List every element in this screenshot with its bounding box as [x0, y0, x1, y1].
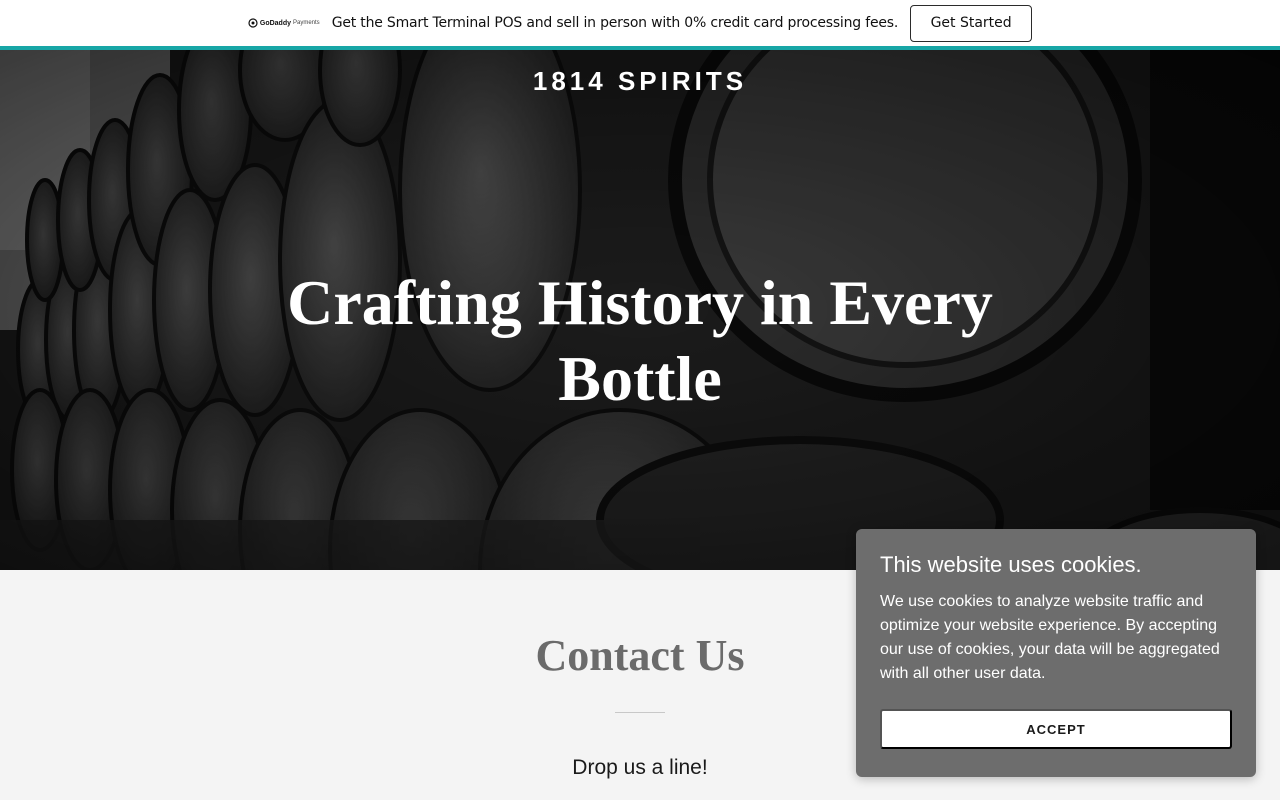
- hero-headline: Crafting History in Every Bottle: [287, 267, 993, 414]
- cookie-title: This website uses cookies.: [880, 552, 1142, 577]
- promo-bar: GoDaddy Payments Get the Smart Terminal …: [0, 0, 1280, 46]
- godaddy-icon: [248, 18, 258, 28]
- promo-message: Get the Smart Terminal POS and sell in p…: [331, 15, 899, 31]
- logo-text: GoDaddy: [259, 19, 291, 27]
- cookie-body: We use cookies to analyze website traffi…: [880, 593, 1220, 682]
- section-divider: [615, 712, 665, 713]
- site-brand[interactable]: 1814 SPIRITS: [0, 66, 1280, 97]
- logo-sub: Payments: [293, 20, 320, 26]
- accept-cookies-button[interactable]: ACCEPT: [880, 709, 1232, 749]
- get-started-button[interactable]: Get Started: [910, 4, 1033, 42]
- hero-section: 1814 SPIRITS Crafting History in Every B…: [0, 50, 1280, 570]
- cookie-banner: This website uses cookies. We use cookie…: [856, 529, 1256, 777]
- godaddy-payments-logo: GoDaddy Payments: [248, 18, 320, 28]
